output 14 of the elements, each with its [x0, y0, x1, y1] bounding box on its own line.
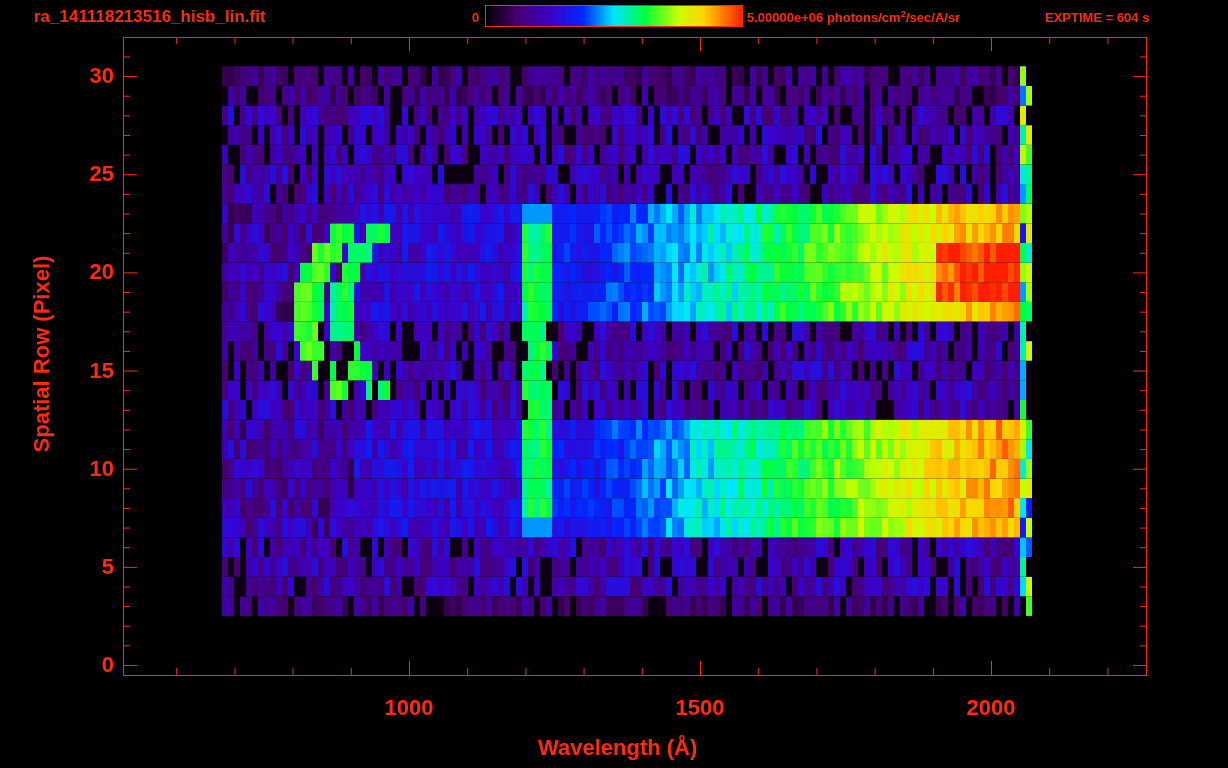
y-tick-label: 25: [88, 163, 114, 186]
x-tick-label: 2000: [965, 697, 1017, 719]
y-tick-label: 10: [88, 457, 114, 480]
y-tick-label: 30: [88, 65, 114, 88]
x-tick-label: 1500: [674, 697, 726, 719]
y-tick-label: 0: [100, 654, 114, 676]
x-axis-title: Wavelength (Å): [538, 737, 698, 759]
y-tick-label: 5: [100, 555, 114, 578]
colorbar-min-label: 0: [472, 11, 480, 24]
plot-title: ra_141118213516_hisb_lin.fit: [34, 8, 266, 25]
colorbar-max-label: 5.00000e+06 photons/cm$^{2}$/sec/A/sr: [747, 11, 961, 24]
y-axis-title: Spatial Row (Pixel): [31, 254, 53, 455]
exposure-time: EXPTIME = 604 s: [1045, 11, 1150, 24]
x-tick-label: 1000: [383, 697, 435, 719]
